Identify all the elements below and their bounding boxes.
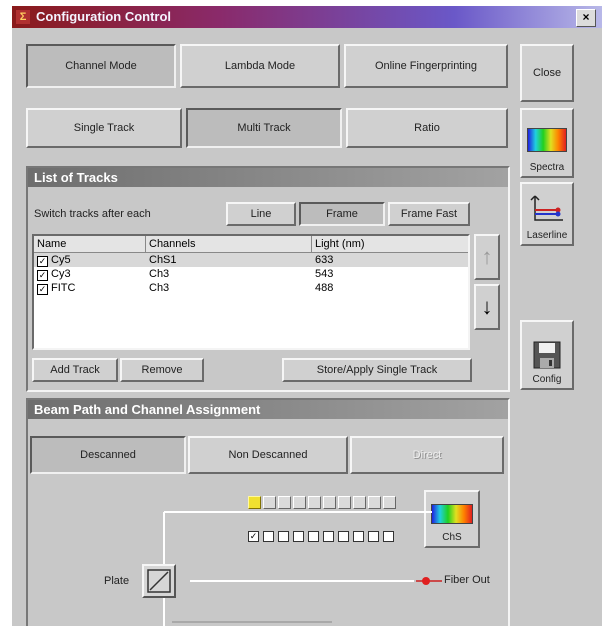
move-track-up-button[interactable]: ↑ — [474, 234, 500, 280]
beam-path-diagram — [163, 511, 442, 626]
tracks-table: Name Channels Light (nm) ✓ Cy5 ChS1 633 ✓… — [32, 234, 470, 350]
close-button[interactable]: Close — [520, 44, 574, 102]
track-light: 633 — [315, 254, 334, 266]
store-apply-single-track-button[interactable]: Store/Apply Single Track — [282, 358, 472, 382]
config-label: Config — [532, 374, 562, 385]
add-track-button[interactable]: Add Track — [32, 358, 118, 382]
tab-ratio[interactable]: Ratio — [346, 108, 508, 148]
fiber-out-label: Fiber Out — [444, 574, 490, 586]
track-light: 488 — [315, 282, 334, 294]
arrow-down-icon: ↓ — [481, 294, 493, 319]
beam-path-header: Beam Path and Channel Assignment — [28, 400, 508, 419]
track-enabled-checkbox[interactable]: ✓ — [37, 270, 48, 281]
spectra-button[interactable]: Spectra — [520, 108, 574, 178]
list-of-tracks-header: List of Tracks — [28, 168, 508, 187]
track-channels: ChS1 — [149, 254, 177, 266]
track-name-cell: ✓ Cy5 — [34, 253, 146, 267]
move-track-down-button[interactable]: ↓ — [474, 284, 500, 330]
spectra-label: Spectra — [529, 162, 565, 173]
track-enabled-checkbox[interactable]: ✓ — [37, 284, 48, 295]
column-header-channels[interactable]: Channels — [146, 236, 312, 252]
tab-single-track[interactable]: Single Track — [26, 108, 182, 148]
switch-frame-button[interactable]: Frame — [299, 202, 385, 226]
plate-label: Plate — [104, 575, 130, 587]
table-row[interactable]: ✓ Cy3 Ch3 543 — [34, 267, 468, 281]
config-button[interactable]: Config — [520, 320, 574, 390]
tab-lambda-mode[interactable]: Lambda Mode — [180, 44, 340, 88]
tab-direct: Direct — [350, 436, 504, 474]
laserline-icon — [530, 195, 563, 221]
plate-selector-button[interactable] — [142, 564, 176, 598]
tab-channel-mode[interactable]: Channel Mode — [26, 44, 176, 88]
app-icon: Σ — [16, 10, 30, 24]
laserline-button[interactable]: Laserline — [520, 182, 574, 246]
switch-frame-fast-button[interactable]: Frame Fast — [388, 202, 470, 226]
track-channels: Ch3 — [149, 268, 170, 280]
remove-track-button[interactable]: Remove — [120, 358, 204, 382]
table-row[interactable]: ✓ Cy5 ChS1 633 — [34, 253, 468, 267]
tab-multi-track[interactable]: Multi Track — [186, 108, 342, 148]
track-name-cell: ✓ Cy3 — [34, 267, 146, 281]
table-row[interactable]: ✓ FITC Ch3 488 — [34, 281, 468, 295]
beam-splitter-icon — [147, 569, 171, 593]
tab-online-fingerprinting[interactable]: Online Fingerprinting — [344, 44, 508, 88]
column-header-name[interactable]: Name — [34, 236, 146, 252]
track-name-cell: ✓ FITC — [34, 281, 146, 295]
tab-non-descanned[interactable]: Non Descanned — [188, 436, 348, 474]
title-bar[interactable]: Σ Configuration Control × — [12, 6, 602, 28]
arrow-up-icon: ↑ — [481, 244, 493, 269]
track-name: Cy3 — [51, 268, 71, 280]
track-channels: Ch3 — [149, 282, 170, 294]
track-light: 543 — [315, 268, 334, 280]
tracks-table-header: Name Channels Light (nm) — [34, 236, 468, 253]
window-close-button[interactable]: × — [576, 9, 596, 27]
spectra-icon — [527, 128, 567, 152]
tab-descanned[interactable]: Descanned — [30, 436, 186, 474]
laserline-label: Laserline — [526, 230, 568, 241]
window-title: Configuration Control — [36, 9, 172, 24]
configuration-control-window: Σ Configuration Control × Channel Mode L… — [12, 6, 602, 626]
switch-tracks-label: Switch tracks after each — [34, 208, 151, 220]
track-enabled-checkbox[interactable]: ✓ — [37, 256, 48, 267]
switch-line-button[interactable]: Line — [226, 202, 296, 226]
track-name: FITC — [51, 282, 76, 294]
floppy-disk-icon — [533, 341, 561, 369]
track-name: Cy5 — [51, 254, 71, 266]
column-header-light[interactable]: Light (nm) — [312, 236, 468, 252]
